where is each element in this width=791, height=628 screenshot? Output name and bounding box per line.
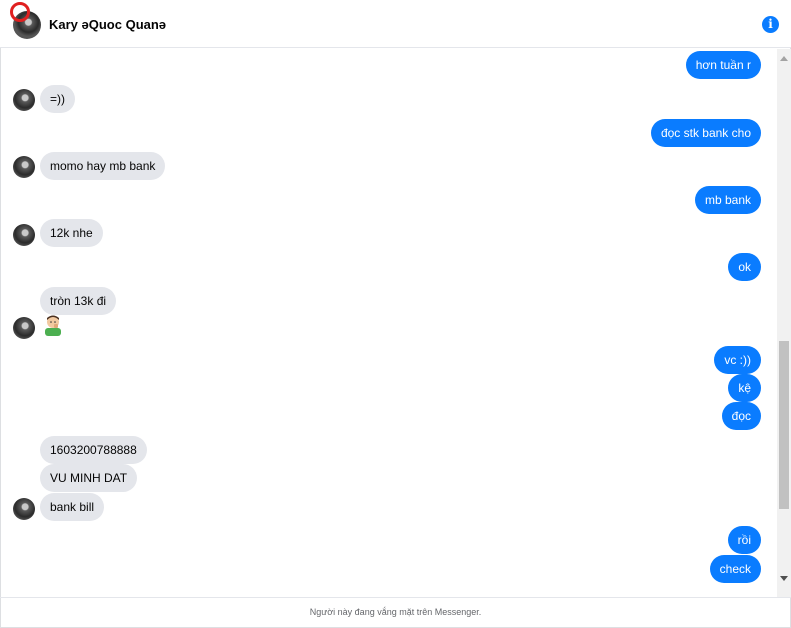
message-bubble-incoming[interactable]: momo hay mb bank [40, 152, 166, 180]
message-bubble-incoming[interactable]: 12k nhe [40, 219, 103, 247]
scroll-up-arrow-icon[interactable] [780, 56, 788, 61]
info-icon[interactable]: i [762, 16, 779, 33]
sender-avatar[interactable] [13, 498, 35, 520]
message-bubble-outgoing[interactable]: check [709, 555, 761, 583]
unread-ring-icon [10, 2, 30, 22]
scroll-thumb[interactable] [779, 341, 789, 509]
thinking-emoji[interactable] [43, 314, 63, 336]
message-bubble-outgoing[interactable]: đọc stk bank cho [650, 119, 761, 147]
contact-name[interactable]: Kary ǝQuoc Quanǝ [49, 17, 166, 32]
message-bubble-outgoing[interactable]: kệ [728, 374, 761, 402]
message-bubble-incoming[interactable]: VU MINH DAT [40, 464, 138, 492]
message-bubble-incoming[interactable]: tròn 13k đi [40, 287, 117, 315]
sender-avatar[interactable] [13, 224, 35, 246]
message-bubble-incoming[interactable]: 1603200788888 [40, 436, 147, 464]
sender-avatar[interactable] [13, 317, 35, 339]
contact-avatar[interactable] [10, 2, 41, 39]
chat-header: Kary ǝQuoc Quanǝ i [0, 0, 791, 48]
message-bubble-incoming[interactable]: bank bill [40, 493, 105, 521]
scrollbar[interactable] [777, 49, 791, 597]
message-bubble-incoming[interactable]: =)) [40, 85, 75, 113]
message-bubble-outgoing[interactable]: hơn tuần r [685, 51, 761, 79]
message-bubble-outgoing[interactable]: mb bank [694, 186, 761, 214]
message-bubble-outgoing[interactable]: rồi [727, 526, 761, 554]
scroll-down-arrow-icon[interactable] [780, 576, 788, 581]
sender-avatar[interactable] [13, 156, 35, 178]
sender-avatar[interactable] [13, 89, 35, 111]
message-bubble-outgoing[interactable]: vc :)) [714, 346, 761, 374]
message-bubble-outgoing[interactable]: đọc [721, 402, 761, 430]
message-thread: hơn tuần r =)) đọc stk bank cho momo hay… [0, 49, 776, 597]
message-bubble-outgoing[interactable]: ok [728, 253, 761, 281]
presence-status: Người này đang vắng mặt trên Messenger. [0, 597, 791, 628]
